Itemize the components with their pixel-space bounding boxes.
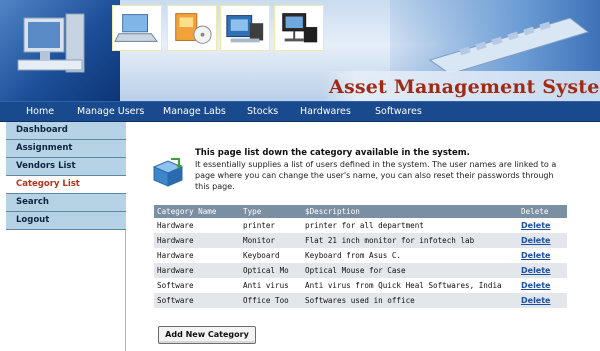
sidebar-item-assignment[interactable]: Assignment [6,140,126,158]
category-box-icon [152,158,184,187]
nav-hardwares[interactable]: Hardwares [300,106,351,117]
main-content: This page list down the category availab… [127,122,600,351]
sidebar-item-dashboard[interactable]: Dashboard [6,122,126,140]
sidebar-item-vendors-list[interactable]: Vendors List [6,158,126,176]
table-row: Hardware Monitor Flat 21 inch monitor fo… [154,233,567,248]
type-cell: printer [243,221,276,230]
delete-link[interactable]: Delete [521,266,550,275]
software-box-tile-icon [167,5,217,51]
category-table: Category Name Type $Description Delete H… [154,205,567,308]
keyboard-illustration [428,17,590,74]
nav-home[interactable]: Home [26,106,54,117]
column-header-delete: Delete [521,207,549,216]
sidebar-item-category-list[interactable]: Category List [6,176,126,194]
main-nav: Home Manage Users Manage Labs Stocks Har… [0,101,600,122]
nav-stocks[interactable]: Stocks [247,106,278,117]
description-cell: Optical Mouse for Case [305,266,406,275]
type-cell: Anti virus [243,281,289,290]
category-cell: Software [157,281,194,290]
delete-link[interactable]: Delete [521,281,550,290]
column-header-description: $Description [305,207,360,216]
info-heading: This page list down the category availab… [195,148,470,158]
category-cell: Hardware [157,251,194,260]
description-cell: Softwares used in office [305,296,415,305]
table-row: Software Office Too Softwares used in of… [154,293,567,308]
type-cell: Monitor [243,236,276,245]
description-cell: Flat 21 inch monitor for infotech lab [305,236,475,245]
column-header-type: Type [243,207,262,216]
sidebar: Dashboard Assignment Vendors List Catego… [6,122,126,351]
table-header-row: Category Name Type $Description Delete [154,205,567,218]
category-cell: Hardware [157,266,194,275]
delete-link[interactable]: Delete [521,251,550,260]
app-title: Asset Management System [329,76,600,98]
description-cell: printer for all department [305,221,424,230]
sidebar-item-search[interactable]: Search [6,194,126,212]
type-cell: Keyboard [243,251,280,260]
hardware-tile-icon [220,5,270,51]
banner-left-panel [0,0,120,101]
description-cell: Anti virus from Quick Heal Softwares, In… [305,281,502,290]
table-row: Hardware Keyboard Keyboard from Asus C. … [154,248,567,263]
table-row: Hardware printer printer for all departm… [154,218,567,233]
description-cell: Keyboard from Asus C. [305,251,402,260]
table-row: Software Anti virus Anti virus from Quic… [154,278,567,293]
computer-illustration [17,13,85,73]
banner: Asset Management System [0,0,600,101]
network-tile-icon [274,5,324,51]
delete-link[interactable]: Delete [521,296,550,305]
nav-softwares[interactable]: Softwares [375,106,422,117]
add-new-category-button[interactable]: Add New Category [158,326,256,344]
sidebar-item-logout[interactable]: Logout [6,212,126,230]
type-cell: Office Too [243,296,289,305]
category-cell: Hardware [157,221,194,230]
table-row: Hardware Optical Mo Optical Mouse for Ca… [154,263,567,278]
category-cell: Hardware [157,236,194,245]
delete-link[interactable]: Delete [521,221,550,230]
category-cell: Software [157,296,194,305]
nav-manage-labs[interactable]: Manage Labs [163,106,226,117]
laptop-tile-icon [112,5,162,51]
info-description: It essentially supplies a list of users … [195,160,557,191]
column-header-category: Category Name [157,207,217,216]
nav-manage-users[interactable]: Manage Users [77,106,144,117]
type-cell: Optical Mo [243,266,289,275]
delete-link[interactable]: Delete [521,236,550,245]
